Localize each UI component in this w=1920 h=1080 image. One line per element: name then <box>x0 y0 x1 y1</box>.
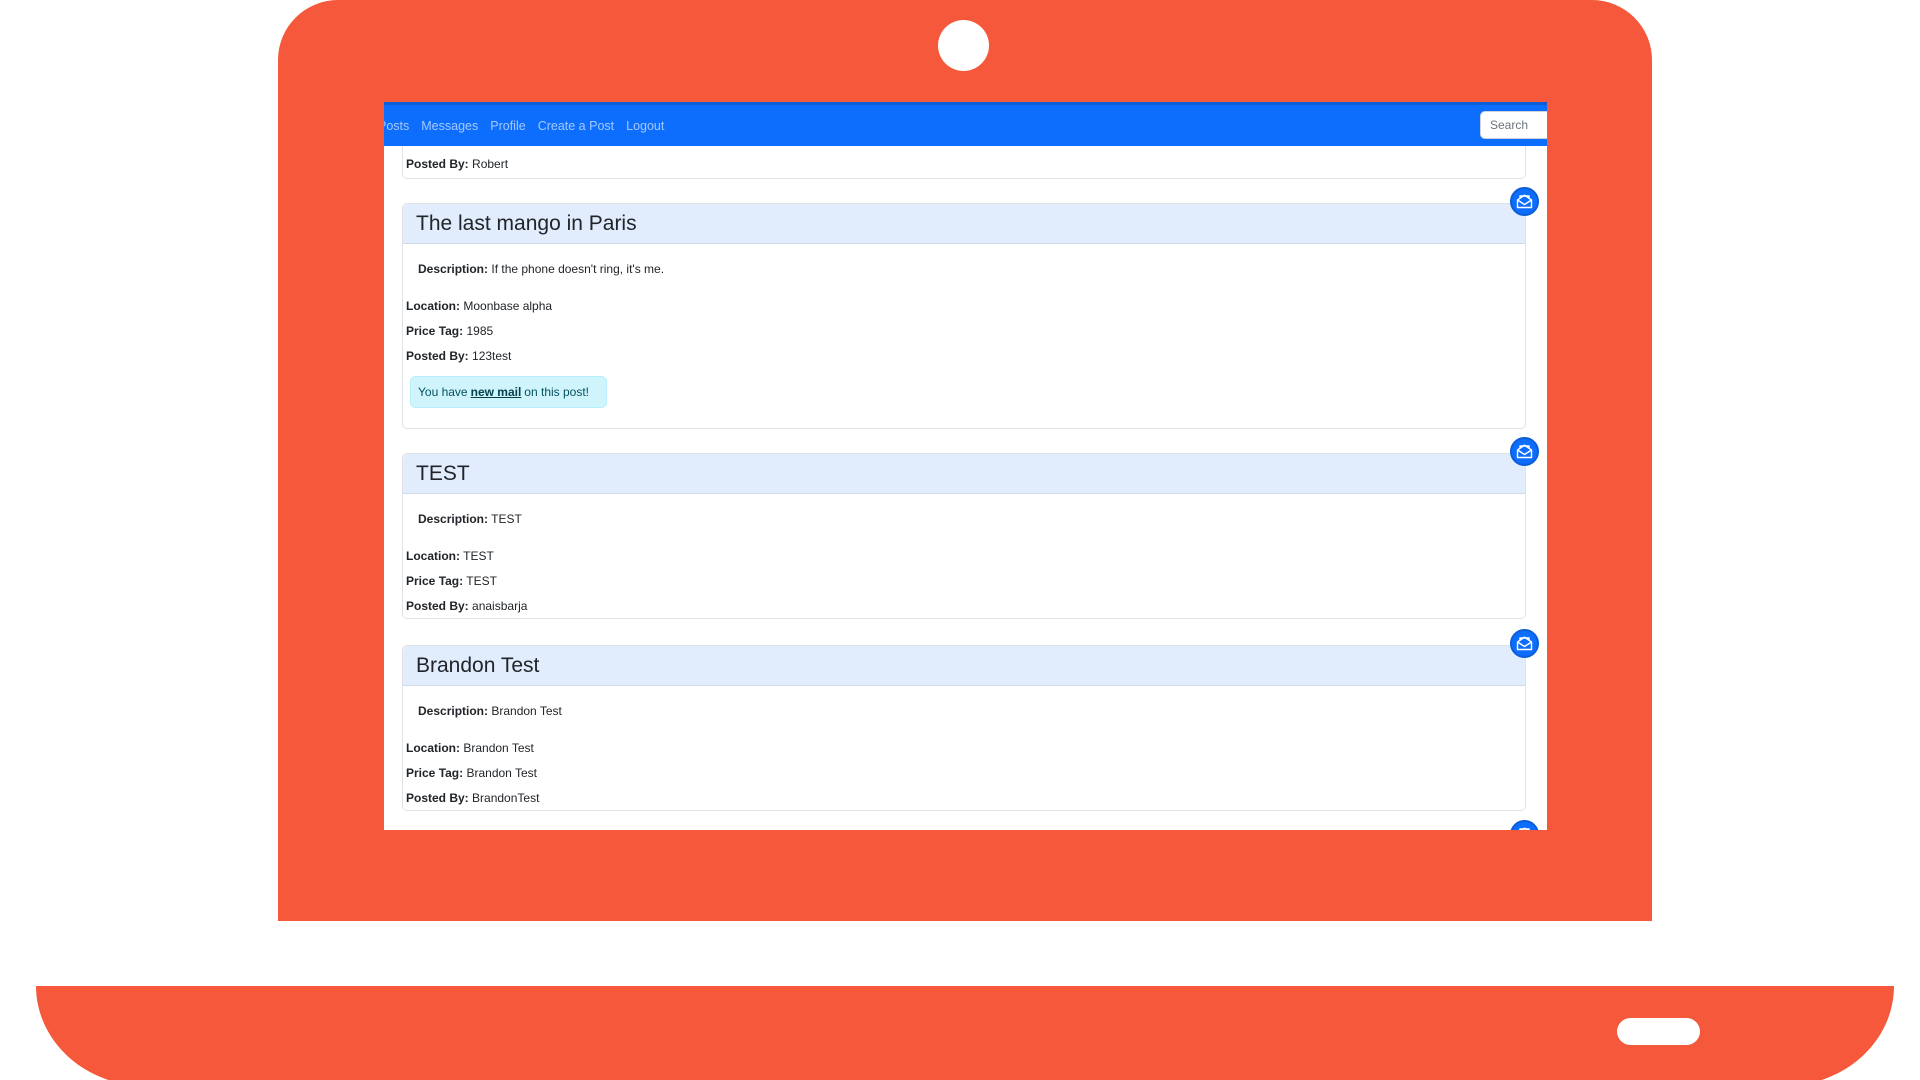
post-posted-by: Posted By: Robert <box>406 157 509 171</box>
top-navbar: Posts Messages Profile Create a Post Log… <box>384 102 1547 146</box>
message-button[interactable] <box>1510 187 1539 216</box>
post-price-tag: Price Tag: TEST <box>406 574 497 588</box>
laptop-trackpad-slot <box>1617 1018 1700 1045</box>
post-location: Location: TEST <box>406 549 494 563</box>
message-button[interactable] <box>1510 629 1539 658</box>
nav-link-logout[interactable]: Logout <box>626 119 664 133</box>
post-location: Location: Brandon Test <box>406 741 534 755</box>
message-button[interactable] <box>1510 437 1539 466</box>
post-card-header: The last mango in Paris <box>403 204 1525 244</box>
post-posted-by: Posted By: BrandonTest <box>406 791 540 805</box>
nav-link-create-post[interactable]: Create a Post <box>538 119 614 133</box>
post-card: TEST Description: TEST Location: TEST Pr… <box>402 453 1526 619</box>
message-button[interactable] <box>1510 820 1539 830</box>
nav-link-messages[interactable]: Messages <box>421 119 478 133</box>
envelope-open-icon <box>1516 194 1533 209</box>
new-mail-alert: You have new mail on this post! <box>410 376 607 408</box>
post-posted-by: Posted By: 123test <box>406 349 512 363</box>
post-posted-by: Posted By: anaisbarja <box>406 599 528 613</box>
post-card: The last mango in Paris Description: If … <box>402 203 1526 429</box>
post-title: The last mango in Paris <box>416 211 637 235</box>
post-card: Brandon Test Description: Brandon Test L… <box>402 645 1526 811</box>
post-title: Brandon Test <box>416 653 540 677</box>
post-title: TEST <box>416 461 470 485</box>
laptop-camera <box>938 20 989 71</box>
nav-links: Posts Messages Profile Create a Post Log… <box>384 105 664 146</box>
search-input[interactable] <box>1480 111 1547 139</box>
post-price-tag: Price Tag: Brandon Test <box>406 766 537 780</box>
laptop-mockup: Posted By: Robert The last mango in Pari… <box>0 0 1920 1080</box>
post-description: Description: Brandon Test <box>418 704 562 718</box>
posts-feed[interactable]: Posted By: Robert The last mango in Pari… <box>384 102 1547 830</box>
post-card-header: Brandon Test <box>403 646 1525 686</box>
envelope-open-icon <box>1516 636 1533 651</box>
post-description: Description: TEST <box>418 512 522 526</box>
post-description: Description: If the phone doesn't ring, … <box>418 262 665 276</box>
post-price-tag: Price Tag: 1985 <box>406 324 494 338</box>
envelope-open-icon <box>1516 444 1533 459</box>
nav-link-profile[interactable]: Profile <box>490 119 525 133</box>
post-location: Location: Moonbase alpha <box>406 299 553 313</box>
browser-screen: Posted By: Robert The last mango in Pari… <box>384 102 1547 830</box>
post-card-header: TEST <box>403 454 1525 494</box>
envelope-open-icon <box>1519 827 1530 830</box>
new-mail-link[interactable]: new mail <box>471 385 522 399</box>
nav-link-posts[interactable]: Posts <box>384 119 409 133</box>
laptop-base <box>36 986 1894 1080</box>
